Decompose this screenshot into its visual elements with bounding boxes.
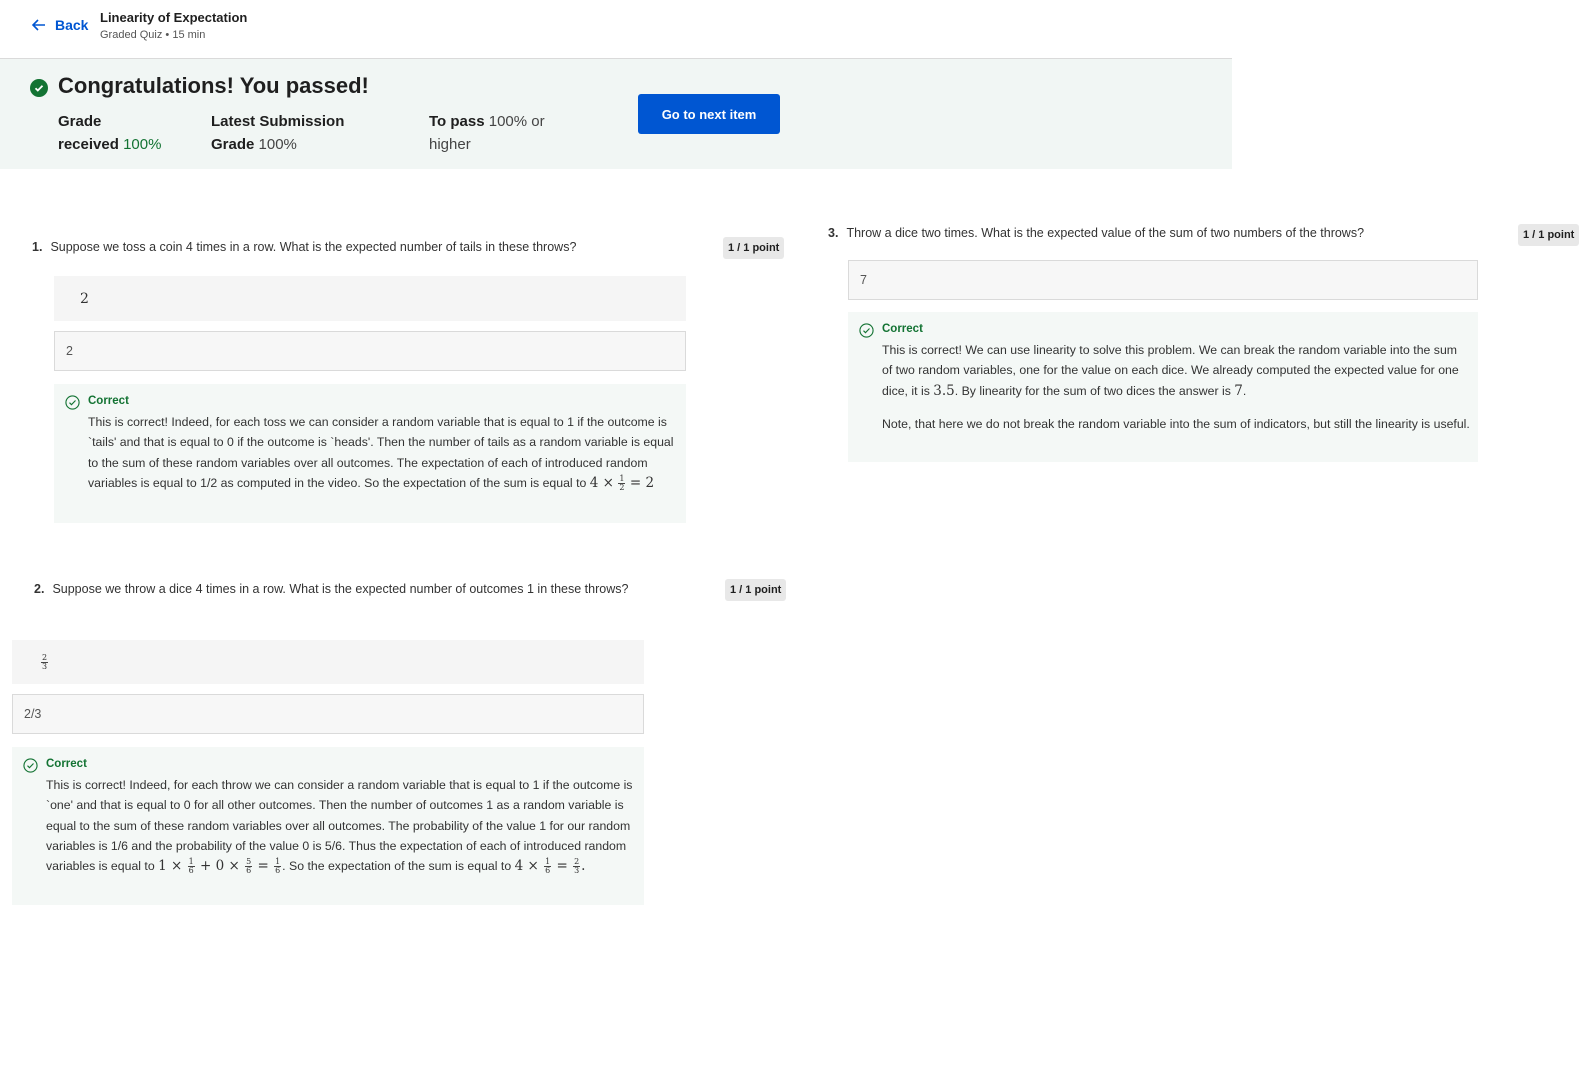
correct-check-icon: [65, 395, 80, 410]
feedback-note: Note, that here we do not break the rand…: [882, 416, 1470, 431]
latest-label-2: Grade: [211, 136, 255, 153]
question-number: 1.: [32, 240, 43, 254]
points-badge: 1 / 1 point: [725, 579, 787, 601]
correct-check-icon: [23, 758, 38, 773]
math-value: 3.5: [933, 382, 955, 399]
check-circle-icon: [30, 79, 48, 97]
frac-den: 3: [42, 661, 48, 671]
rendered-answer: 2: [54, 276, 686, 321]
question-text: Suppose we toss a coin 4 times in a row.…: [50, 240, 577, 254]
question-number: 3.: [828, 226, 839, 240]
rendered-answer: 23: [12, 640, 644, 684]
grade-received: Grade received 100%: [58, 110, 161, 156]
feedback-paragraph: This is correct! We can use linearity to…: [882, 340, 1470, 401]
back-link[interactable]: Back: [30, 16, 88, 34]
grade-received-value: 100%: [123, 136, 162, 153]
feedback-correct: Correct This is correct! Indeed, for eac…: [54, 384, 686, 523]
feedback-label: Correct: [46, 758, 87, 770]
answer-input[interactable]: 2: [54, 331, 686, 371]
math-result: = 2: [629, 474, 655, 491]
math-expr-2: 4 × 16 = 23.: [514, 857, 586, 876]
math-expr: 1 × 16 + 0 × 56 = 16: [158, 857, 282, 876]
question-text: Suppose we throw a dice 4 times in a row…: [52, 582, 629, 596]
to-pass-label: To pass: [429, 113, 485, 130]
points-badge: 1 / 1 point: [723, 237, 785, 259]
latest-submission-grade: Latest Submission Grade 100%: [211, 110, 344, 156]
to-pass: To pass 100% or higher: [429, 110, 545, 156]
to-pass-value-2: higher: [429, 136, 471, 153]
item-title: Linearity of Expectation: [100, 10, 248, 25]
pass-headline: Congratulations! You passed!: [58, 73, 369, 98]
feedback-body-3: .: [1242, 383, 1247, 398]
correct-check-icon: [859, 323, 874, 338]
question-1: 1. Suppose we toss a coin 4 times in a ro…: [32, 240, 576, 254]
back-label[interactable]: Back: [55, 17, 88, 33]
math-fraction: 12: [618, 475, 626, 493]
frac-den: 2: [619, 483, 625, 493]
feedback-text: This is correct! We can use linearity to…: [882, 340, 1470, 434]
go-to-next-item-button[interactable]: Go to next item: [638, 94, 780, 134]
grade-received-label: Grade: [58, 113, 102, 130]
latest-label: Latest Submission: [211, 113, 345, 130]
question-3: 3. Throw a dice two times. What is the ex…: [828, 226, 1364, 240]
question-number: 2.: [34, 582, 45, 596]
latest-value: 100%: [258, 136, 297, 153]
grade-received-label-2: received: [58, 136, 119, 153]
item-subtitle: Graded Quiz • 15 min: [100, 29, 206, 41]
math-fraction: 23: [41, 653, 49, 671]
feedback-correct: Correct This is correct! We can use line…: [848, 312, 1478, 462]
answer-input[interactable]: 7: [848, 260, 1478, 300]
item-title-block: Linearity of Expectation Graded Quiz • 1…: [100, 10, 247, 41]
to-pass-value: 100% or: [488, 113, 545, 130]
feedback-correct: Correct This is correct! Indeed, for eac…: [12, 747, 644, 905]
answer-input[interactable]: 2/3: [12, 694, 644, 734]
math-answer: 7: [1234, 382, 1243, 399]
points-badge: 1 / 1 point: [1518, 224, 1580, 246]
question-2: 2. Suppose we throw a dice 4 times in a r…: [34, 582, 628, 596]
pass-banner: Congratulations! You passed! Grade recei…: [0, 59, 1232, 169]
question-text: Throw a dice two times. What is the expe…: [846, 226, 1365, 240]
feedback-body: This is correct! Indeed, for each toss w…: [88, 415, 674, 490]
feedback-body-2: . So the expectation of the sum is equal…: [282, 859, 512, 874]
math-expr: 4 ×: [589, 474, 614, 491]
feedback-text: This is correct! Indeed, for each throw …: [46, 775, 638, 876]
feedback-text: This is correct! Indeed, for each toss w…: [88, 412, 678, 493]
feedback-label: Correct: [882, 323, 923, 335]
page-header: Back Linearity of Expectation Graded Qui…: [0, 0, 1232, 59]
feedback-body-2: . By linearity for the sum of two dices …: [954, 383, 1231, 398]
feedback-label: Correct: [88, 395, 129, 407]
back-arrow-icon: [31, 19, 45, 31]
